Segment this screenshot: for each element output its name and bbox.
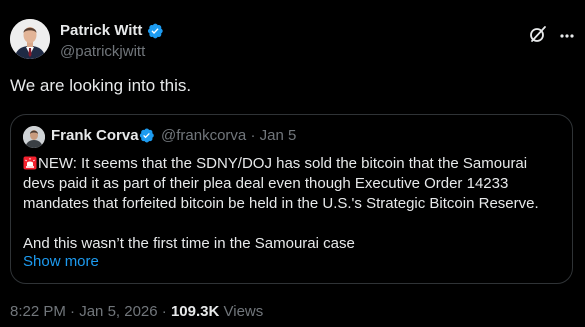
quote-line-text: NEW: It seems that the SDNY/DOJ has sold… bbox=[38, 155, 528, 172]
grok-icon[interactable] bbox=[528, 24, 548, 44]
quote-line: devs paid it as part of their plea deal … bbox=[23, 175, 509, 192]
views-label: Views bbox=[223, 303, 264, 320]
quote-text: NEW: It seems that the SDNY/DOJ has sold… bbox=[23, 154, 563, 254]
verified-badge-icon bbox=[139, 128, 154, 143]
show-more-link[interactable]: Show more bbox=[23, 253, 99, 270]
quote-date[interactable]: Jan 5 bbox=[260, 127, 297, 144]
quote-author-name[interactable]: Frank Corva bbox=[51, 127, 139, 144]
tweet-meta: 8:22 PM · Jan 5, 2026 · 109.3K Views bbox=[10, 303, 263, 320]
meta-separator: · bbox=[70, 303, 76, 320]
quote-line: mandates that forfeited bitcoin be held … bbox=[23, 195, 539, 212]
avatar[interactable] bbox=[10, 19, 50, 59]
quote-meta: @frankcorva · Jan 5 bbox=[161, 127, 296, 144]
tweet-text: We are looking into this. bbox=[10, 76, 192, 95]
quoted-tweet[interactable]: Frank Corva @frankcorva · Jan 5 NEW: It … bbox=[10, 114, 573, 284]
tweet-date[interactable]: Jan 5, 2026 bbox=[79, 303, 157, 320]
siren-icon bbox=[23, 156, 37, 170]
more-icon[interactable] bbox=[560, 29, 574, 43]
quote-author-handle[interactable]: @frankcorva bbox=[161, 127, 246, 144]
quote-avatar[interactable] bbox=[23, 126, 45, 148]
author-handle[interactable]: @patrickjwitt bbox=[60, 43, 145, 60]
quote-separator: · bbox=[250, 127, 256, 144]
tweet-time[interactable]: 8:22 PM bbox=[10, 303, 66, 320]
meta-separator: · bbox=[161, 303, 167, 320]
author-name[interactable]: Patrick Witt bbox=[60, 22, 142, 39]
tweet: Patrick Witt @patrickjwitt We are lookin… bbox=[0, 0, 585, 327]
quote-line: NEW: It seems that the SDNY/DOJ has sold… bbox=[23, 154, 563, 174]
views-count: 109.3K bbox=[170, 303, 220, 320]
quote-line: And this wasn’t the first time in the Sa… bbox=[23, 235, 355, 252]
verified-badge-icon bbox=[147, 23, 163, 39]
quote-paragraph-gap bbox=[23, 214, 563, 234]
